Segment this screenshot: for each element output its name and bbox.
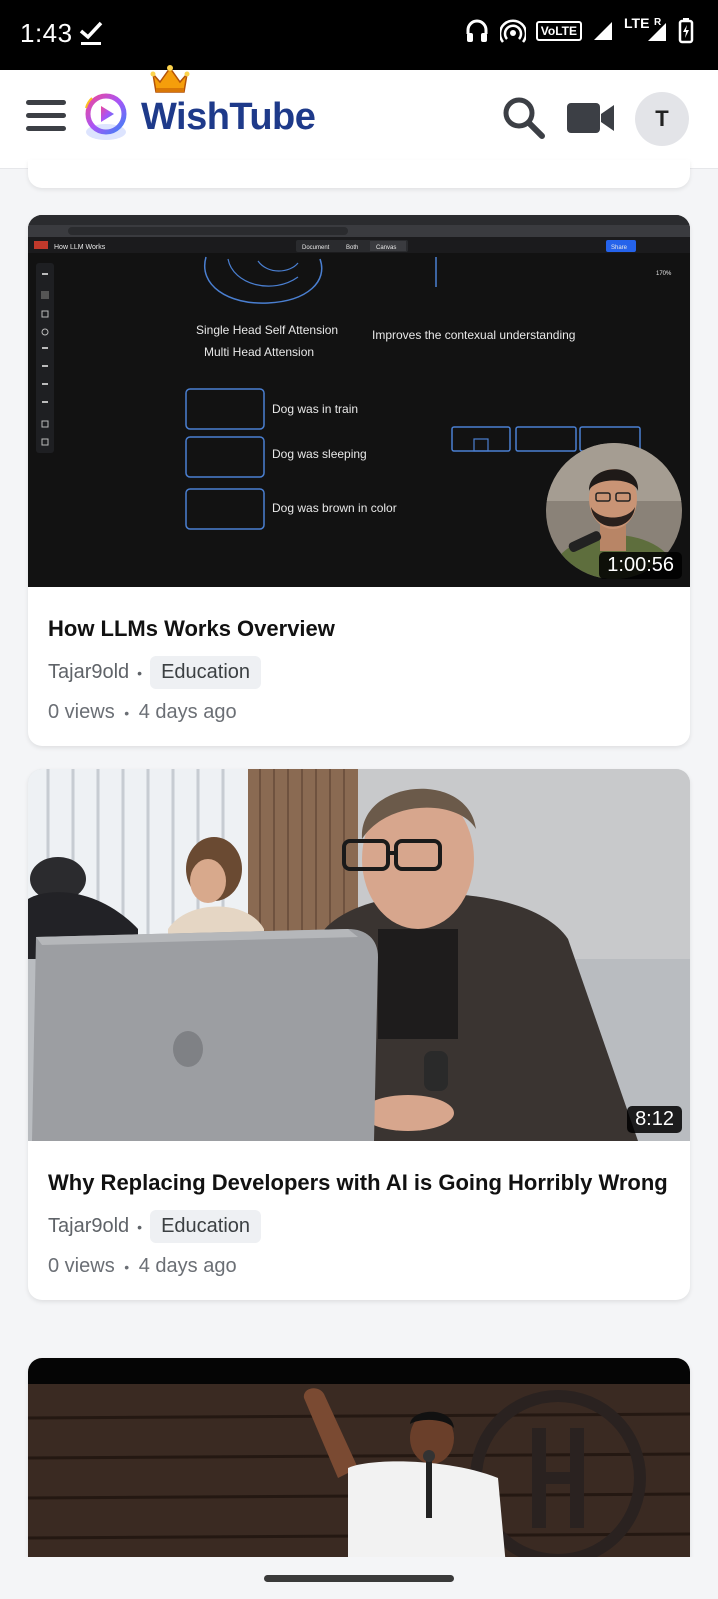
- video-title[interactable]: Why Replacing Developers with AI is Goin…: [48, 1165, 670, 1200]
- video-camera-icon[interactable]: [566, 100, 616, 136]
- video-stats: 0 views • 4 days ago: [48, 701, 670, 724]
- headphones-icon: [466, 19, 488, 42]
- brand-name[interactable]: WishTube: [141, 96, 316, 139]
- volte-badge: VoLTE: [535, 21, 582, 41]
- channel-name[interactable]: Tajar9old: [48, 1215, 129, 1238]
- canvas-text-multi-head: Multi Head Attension: [204, 345, 314, 359]
- view-count: 0 views: [48, 1255, 115, 1277]
- separator-dot: •: [124, 1259, 130, 1275]
- wishtube-logo-icon[interactable]: [84, 80, 134, 146]
- video-card[interactable]: [28, 1358, 690, 1588]
- canvas-text-dog-sleeping: Dog was sleeping: [272, 447, 367, 461]
- tab-both: Both: [346, 245, 358, 251]
- crown-icon: [150, 65, 190, 93]
- canvas-text-improves: Improves the contexual understanding: [372, 328, 575, 342]
- menu-bar: [26, 113, 66, 118]
- upload-age: 4 days ago: [138, 1255, 237, 1277]
- signal-icon: [594, 22, 612, 40]
- menu-bar: [26, 100, 66, 105]
- tab-canvas: Canvas: [376, 245, 396, 251]
- battery-charging-icon: [678, 18, 694, 44]
- video-thumbnail[interactable]: How LLM Works Document Both Canvas Share…: [28, 215, 690, 587]
- status-time: 1:43: [20, 18, 73, 48]
- zoom-level: 170%: [656, 271, 672, 277]
- separator-dot: •: [137, 664, 143, 681]
- user-avatar[interactable]: T: [635, 92, 689, 146]
- office-laptop-photo: [28, 769, 690, 1141]
- canvas-text-dog-train: Dog was in train: [272, 402, 358, 416]
- video-card[interactable]: 8:12 Why Replacing Developers with AI is…: [28, 769, 690, 1300]
- video-stats: 0 views • 4 days ago: [48, 1255, 670, 1278]
- video-duration: 8:12: [627, 1106, 682, 1133]
- separator-dot: •: [124, 705, 130, 721]
- hotspot-icon: [499, 19, 526, 43]
- separator-dot: •: [137, 1218, 143, 1235]
- canvas-text-single-head: Single Head Self Attension: [196, 323, 338, 337]
- app-header: WishTube T: [0, 65, 718, 169]
- channel-name[interactable]: Tajar9old: [48, 661, 129, 684]
- doc-title: How LLM Works: [54, 244, 106, 251]
- status-bar: 1:43 VoLTE LTE R: [0, 0, 718, 70]
- video-duration: 1:00:56: [599, 552, 682, 579]
- video-card[interactable]: How LLM Works Document Both Canvas Share…: [28, 215, 690, 746]
- category-tag[interactable]: Education: [150, 1210, 262, 1243]
- video-thumbnail[interactable]: 8:12: [28, 769, 690, 1141]
- speaker-stage-photo: [28, 1384, 690, 1588]
- upload-age: 4 days ago: [138, 701, 237, 723]
- category-tag[interactable]: Education: [150, 656, 262, 689]
- video-title[interactable]: How LLMs Works Overview: [48, 611, 670, 646]
- view-count: 0 views: [48, 701, 115, 723]
- video-thumbnail[interactable]: [28, 1358, 690, 1588]
- menu-bar: [26, 126, 66, 131]
- video-info: Why Replacing Developers with AI is Goin…: [28, 1141, 690, 1300]
- canvas-text-dog-brown: Dog was brown in color: [272, 501, 397, 515]
- search-icon[interactable]: [500, 94, 546, 140]
- signal-roaming-icon: [648, 23, 666, 41]
- menu-button[interactable]: [26, 100, 66, 136]
- home-gesture-pill[interactable]: [264, 1575, 454, 1582]
- previous-card-edge: [28, 160, 690, 188]
- download-done-icon: [79, 21, 103, 45]
- screen-capture-image: How LLM Works Document Both Canvas Share…: [28, 215, 690, 579]
- tab-document: Document: [302, 245, 330, 251]
- share-label: Share: [611, 245, 628, 251]
- video-info: How LLMs Works Overview Tajar9old • Educ…: [28, 587, 690, 746]
